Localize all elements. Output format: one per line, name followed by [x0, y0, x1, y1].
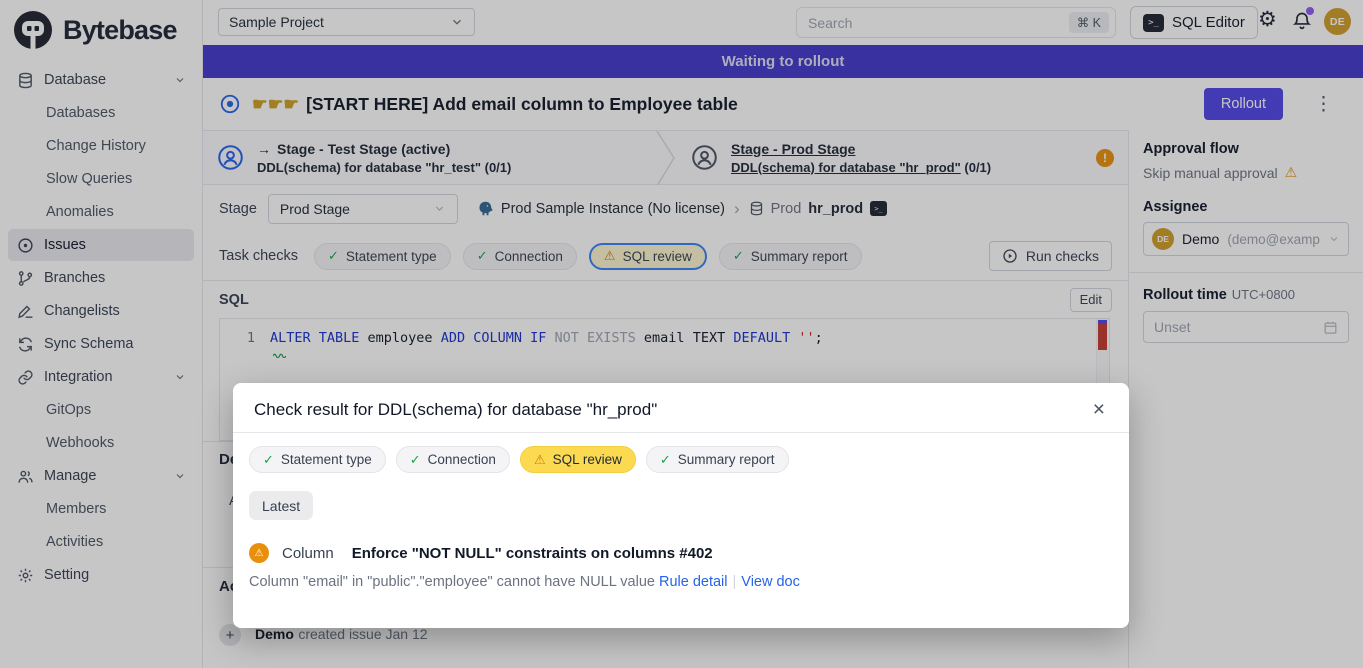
- tab-connection[interactable]: ✓Connection: [396, 446, 510, 473]
- close-icon[interactable]: ×: [1093, 399, 1105, 420]
- modal-check-tabs: ✓Statement type ✓Connection ⚠SQL review …: [233, 433, 1129, 473]
- modal-title: Check result for DDL(schema) for databas…: [254, 400, 657, 420]
- finding-detail: Column "email" in "public"."employee" ca…: [233, 563, 1129, 590]
- check-icon: ✓: [660, 452, 671, 468]
- check-icon: ✓: [263, 452, 274, 468]
- link-separator: |: [733, 574, 737, 590]
- tab-sql-review[interactable]: ⚠SQL review: [520, 446, 636, 473]
- tab-statement-type[interactable]: ✓Statement type: [249, 446, 386, 473]
- check-icon: ✓: [410, 452, 421, 468]
- finding-category: Column: [282, 545, 334, 562]
- check-result-modal: Check result for DDL(schema) for databas…: [233, 383, 1129, 628]
- view-doc-link[interactable]: View doc: [741, 574, 800, 590]
- warning-icon: ⚠: [534, 452, 546, 468]
- warning-circle-icon: ⚠: [249, 543, 269, 563]
- rule-detail-link[interactable]: Rule detail: [659, 574, 728, 590]
- review-finding: ⚠ Column Enforce "NOT NULL" constraints …: [233, 520, 1129, 563]
- latest-badge[interactable]: Latest: [249, 491, 313, 520]
- tab-summary-report[interactable]: ✓Summary report: [646, 446, 789, 473]
- finding-rule: Enforce "NOT NULL" constraints on column…: [352, 545, 713, 562]
